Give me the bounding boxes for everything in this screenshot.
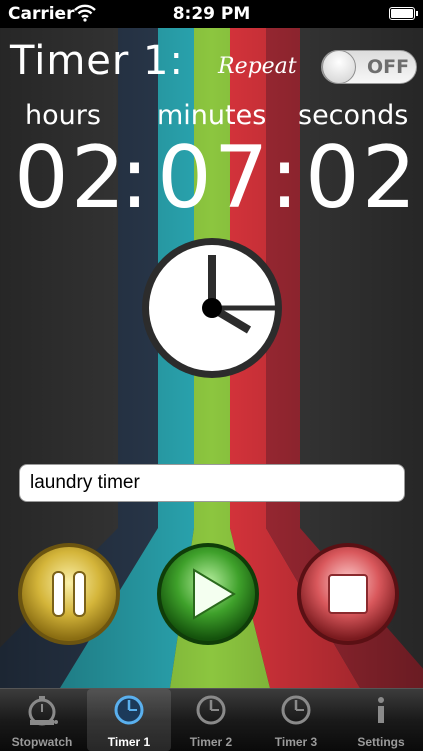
repeat-toggle[interactable]: OFF: [321, 50, 417, 84]
tab-timer-1[interactable]: Timer 1: [87, 689, 171, 751]
status-bar: Carrier 8:29 PM: [0, 0, 423, 28]
separator: :: [270, 128, 301, 228]
battery-icon: [389, 7, 418, 20]
toggle-knob: [322, 50, 356, 84]
minutes-value[interactable]: 07: [157, 128, 270, 228]
tab-label: Timer 3: [274, 735, 318, 749]
tab-timer-3[interactable]: Timer 3: [254, 689, 338, 751]
repeat-label: Repeat: [218, 54, 297, 79]
seconds-value[interactable]: 02: [305, 128, 418, 228]
clock-icon: [195, 694, 227, 730]
play-button[interactable]: [156, 542, 260, 646]
tab-label: Timer 1: [107, 735, 151, 749]
clock-icon: [139, 235, 285, 385]
tab-bar: Stopwatch Timer 1 Timer 2 Timer 3 Settin…: [0, 688, 423, 751]
tab-label: Timer 2: [189, 735, 233, 749]
pause-icon: [18, 543, 120, 645]
tab-label: Settings: [357, 735, 405, 749]
hours-label: hours: [25, 100, 101, 131]
tab-settings[interactable]: Settings: [339, 689, 423, 751]
clock-icon: [113, 694, 145, 730]
minutes-label: minutes: [157, 100, 267, 131]
info-icon: [365, 694, 397, 730]
stop-button[interactable]: [296, 542, 400, 646]
toggle-state-label: OFF: [366, 56, 410, 78]
clock-icon: [280, 694, 312, 730]
status-time: 8:29 PM: [172, 4, 251, 24]
play-icon: [157, 543, 259, 645]
separator: :: [120, 128, 151, 228]
pause-button[interactable]: [17, 542, 121, 646]
tab-timer-2[interactable]: Timer 2: [169, 689, 253, 751]
hours-value[interactable]: 02: [14, 128, 127, 228]
tab-label: Stopwatch: [11, 735, 73, 749]
seconds-label: seconds: [298, 100, 409, 131]
stopwatch-icon: [26, 694, 58, 730]
tab-stopwatch[interactable]: Stopwatch: [0, 689, 84, 751]
stop-icon: [297, 543, 399, 645]
timer-name-input[interactable]: laundry timer: [19, 464, 405, 502]
timer-title: Timer 1:: [10, 38, 184, 84]
